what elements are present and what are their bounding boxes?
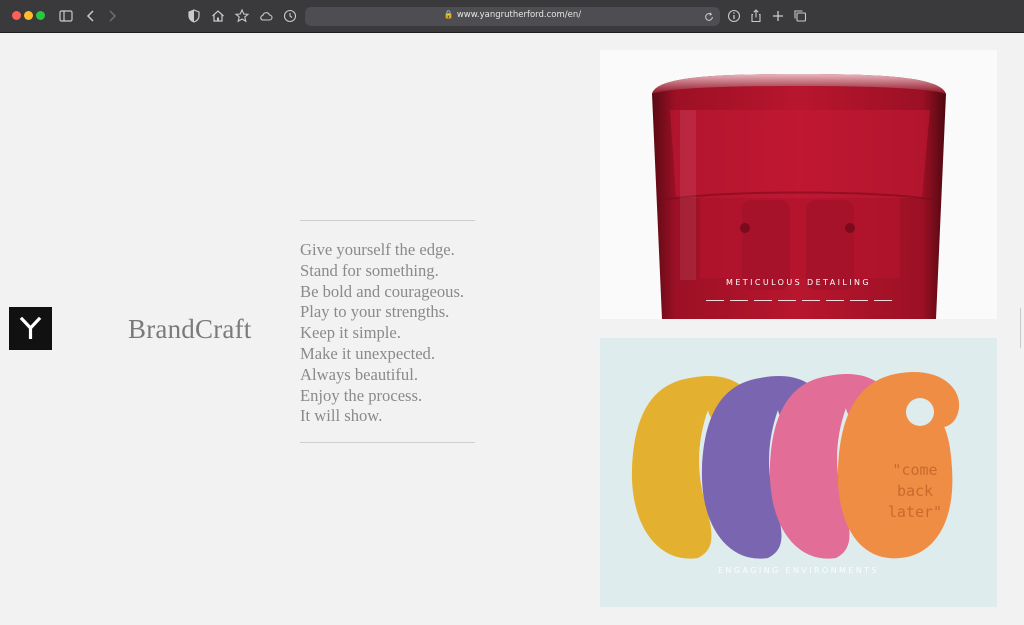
door-tag-line: back	[896, 482, 934, 500]
url-text: www.yangrutherford.com/en/	[456, 10, 582, 20]
door-tag-line: later"	[887, 503, 943, 521]
reload-icon[interactable]	[703, 10, 715, 22]
divider-bottom	[300, 442, 475, 443]
chevron-left-icon[interactable]	[83, 8, 99, 24]
sidebar-icon[interactable]	[58, 8, 74, 24]
address-bar[interactable]: 🔒 www.yangrutherford.com/en/	[305, 7, 720, 26]
web-page: BrandCraft Give yourself the edge. Stand…	[0, 34, 1024, 625]
tagline-line: Be bold and courageous.	[300, 281, 465, 301]
zoom-window-button[interactable]	[36, 11, 45, 20]
chevron-right-icon[interactable]	[104, 8, 120, 24]
tagline-list: Give yourself the edge. Stand for someth…	[300, 240, 464, 427]
tagline-line: Give yourself the edge.	[300, 240, 455, 259]
tagline-line: Keep it simple.	[300, 323, 401, 343]
plus-icon[interactable]	[770, 8, 786, 24]
slide-indicators	[600, 300, 997, 301]
project-tile-meticulous-detailing[interactable]: METICULOUS DETAILING	[600, 50, 997, 319]
tagline-line: Stand for something.	[300, 260, 439, 280]
share-icon[interactable]	[748, 8, 764, 24]
tagline-line: Play to your strengths.	[300, 302, 450, 322]
slide-indicator[interactable]	[777, 300, 796, 301]
scroll-indicator[interactable]	[1020, 308, 1024, 348]
slide-indicator[interactable]	[753, 300, 772, 301]
clock-icon[interactable]	[282, 8, 298, 24]
tile-caption: ENGAGING ENVIRONMENTS	[718, 566, 879, 575]
cloud-icon[interactable]	[258, 8, 274, 24]
privacy-shield-icon[interactable]	[186, 8, 202, 24]
slide-indicator[interactable]	[729, 300, 748, 301]
tile-caption: METICULOUS DETAILING	[726, 278, 871, 287]
slide-indicator[interactable]	[705, 300, 724, 301]
tagline-line: It will show.	[300, 406, 383, 426]
divider-top	[300, 220, 475, 221]
lock-icon: 🔒	[443, 10, 454, 19]
project-tile-engaging-environments[interactable]: "come back later" ENGAGING ENVIRONMENTS	[600, 338, 997, 607]
close-window-button[interactable]	[12, 11, 21, 20]
slide-indicator[interactable]	[873, 300, 892, 301]
slide-indicator[interactable]	[849, 300, 868, 301]
tagline-line: Always beautiful.	[300, 364, 418, 384]
tabs-icon[interactable]	[792, 8, 808, 24]
tagline-line: Make it unexpected.	[300, 343, 436, 363]
info-icon[interactable]	[726, 8, 742, 24]
door-tag-text: "come back later"	[875, 460, 955, 523]
site-logo-icon[interactable]	[9, 307, 52, 350]
tagline-line: Enjoy the process.	[300, 385, 423, 405]
home-icon[interactable]	[210, 8, 226, 24]
door-tag-line: "come	[892, 461, 938, 479]
slide-indicator[interactable]	[801, 300, 820, 301]
browser-toolbar: 🔒 www.yangrutherford.com/en/	[0, 0, 1024, 33]
minimize-window-button[interactable]	[24, 11, 33, 20]
star-icon[interactable]	[234, 8, 250, 24]
slide-indicator[interactable]	[825, 300, 844, 301]
brand-name[interactable]: BrandCraft	[128, 314, 251, 345]
